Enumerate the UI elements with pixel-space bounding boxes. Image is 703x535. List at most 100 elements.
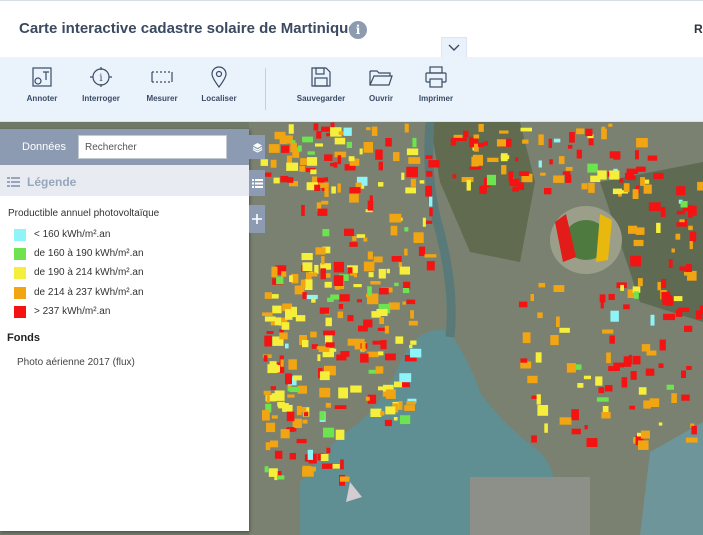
rooftop-mark bbox=[608, 123, 613, 127]
rooftop-mark bbox=[295, 315, 306, 322]
print-label: Imprimer bbox=[418, 94, 454, 103]
rooftop-mark bbox=[378, 351, 384, 356]
rooftop-mark bbox=[562, 171, 571, 175]
rooftop-mark bbox=[658, 422, 663, 426]
rooftop-mark bbox=[333, 261, 344, 273]
rooftop-mark bbox=[658, 363, 664, 368]
rooftop-mark bbox=[410, 348, 422, 358]
rooftop-mark bbox=[373, 256, 383, 263]
rooftop-mark bbox=[310, 169, 317, 175]
rooftop-mark bbox=[638, 387, 647, 395]
panel-tab-label[interactable]: Données bbox=[22, 141, 66, 153]
rooftop-mark bbox=[278, 403, 289, 409]
rooftop-mark bbox=[372, 340, 382, 345]
rooftop-mark bbox=[399, 415, 411, 425]
open-button[interactable]: Ouvrir bbox=[367, 66, 395, 103]
rooftop-mark bbox=[571, 428, 581, 435]
rooftop-mark bbox=[336, 354, 347, 361]
rooftop-mark bbox=[319, 371, 330, 381]
rooftop-mark bbox=[597, 170, 607, 180]
rooftop-mark bbox=[608, 366, 620, 371]
legend-swatch bbox=[14, 229, 26, 241]
rooftop-mark bbox=[276, 475, 285, 480]
rooftop-mark bbox=[659, 339, 666, 351]
legend-item-label: de 214 à 237 kWh/m².an bbox=[34, 287, 144, 298]
rooftop-mark bbox=[393, 417, 398, 421]
rooftop-mark bbox=[487, 157, 499, 162]
rooftop-mark bbox=[675, 233, 681, 240]
rooftop-mark bbox=[348, 156, 355, 162]
annotate-button[interactable]: Annoter bbox=[24, 66, 60, 103]
rooftop-mark bbox=[424, 254, 437, 258]
print-button[interactable]: Imprimer bbox=[416, 66, 456, 103]
add-data-tab[interactable] bbox=[249, 205, 265, 233]
rooftop-mark bbox=[386, 268, 390, 274]
query-label: Interroger bbox=[82, 94, 120, 103]
rooftop-mark bbox=[289, 387, 300, 393]
rooftop-mark bbox=[688, 211, 693, 218]
rooftop-mark bbox=[627, 175, 636, 181]
rooftop-mark bbox=[307, 151, 315, 155]
rooftop-mark bbox=[601, 128, 607, 140]
rooftop-mark bbox=[389, 213, 402, 223]
rooftop-mark bbox=[596, 397, 609, 402]
rooftop-mark bbox=[566, 363, 576, 373]
rooftop-mark bbox=[390, 225, 398, 236]
measure-button[interactable]: Mesurer bbox=[144, 66, 180, 103]
rooftop-mark bbox=[349, 187, 361, 193]
rooftop-mark bbox=[412, 137, 417, 148]
rooftop-mark bbox=[276, 276, 284, 285]
rooftop-mark bbox=[268, 144, 280, 153]
rooftop-mark bbox=[538, 134, 544, 146]
rooftop-mark bbox=[527, 375, 538, 384]
rooftop-mark bbox=[301, 205, 305, 216]
rooftop-mark bbox=[640, 177, 645, 186]
rooftop-mark bbox=[303, 411, 309, 417]
rooftop-mark bbox=[406, 401, 416, 405]
basemap-item[interactable]: Photo aérienne 2017 (flux) bbox=[17, 357, 135, 368]
rooftop-mark bbox=[274, 450, 283, 459]
rooftop-mark bbox=[623, 304, 630, 310]
toolbar-collapse-button[interactable] bbox=[441, 37, 467, 58]
rooftop-mark bbox=[321, 126, 330, 132]
rooftop-mark bbox=[318, 182, 329, 188]
rooftop-mark bbox=[680, 201, 688, 208]
legend-item-label: de 190 à 214 kWh/m².an bbox=[34, 267, 144, 278]
query-button[interactable]: i Interroger bbox=[80, 66, 122, 103]
query-icon: i bbox=[90, 67, 112, 87]
info-icon[interactable]: i bbox=[349, 21, 367, 39]
legend-tab[interactable] bbox=[249, 170, 265, 196]
rooftop-mark bbox=[609, 151, 621, 159]
search-input[interactable] bbox=[78, 135, 227, 159]
legend-header[interactable]: Légende bbox=[0, 165, 249, 196]
rooftop-mark bbox=[264, 292, 272, 299]
rooftop-mark bbox=[425, 155, 433, 159]
open-label: Ouvrir bbox=[368, 94, 393, 103]
rooftop-mark bbox=[688, 225, 693, 231]
rooftop-mark bbox=[286, 162, 299, 171]
rooftop-mark bbox=[544, 423, 548, 433]
rooftop-mark bbox=[264, 316, 276, 322]
rooftop-mark bbox=[288, 359, 297, 370]
rooftop-mark bbox=[522, 139, 529, 144]
rooftop-mark bbox=[544, 188, 552, 195]
rooftop-mark bbox=[321, 256, 325, 265]
rooftop-mark bbox=[406, 166, 418, 178]
legend-swatch bbox=[14, 248, 26, 260]
app-title: Carte interactive cadastre solaire de Ma… bbox=[19, 20, 357, 37]
rooftop-mark bbox=[319, 412, 325, 421]
rooftop-mark bbox=[501, 165, 507, 175]
rooftop-mark bbox=[306, 272, 312, 280]
rooftop-mark bbox=[269, 361, 277, 372]
rooftop-mark bbox=[661, 278, 667, 288]
rooftop-mark bbox=[535, 352, 542, 363]
rooftop-mark bbox=[385, 353, 396, 361]
save-button[interactable]: Sauvegarder bbox=[296, 66, 346, 103]
locate-button[interactable]: Localiser bbox=[200, 66, 238, 103]
rooftop-mark bbox=[623, 183, 630, 193]
rooftop-mark bbox=[565, 166, 573, 171]
rooftop-mark bbox=[375, 149, 383, 160]
rooftop-mark bbox=[633, 239, 644, 247]
rooftop-mark bbox=[325, 342, 335, 348]
layers-tab[interactable] bbox=[249, 135, 265, 159]
